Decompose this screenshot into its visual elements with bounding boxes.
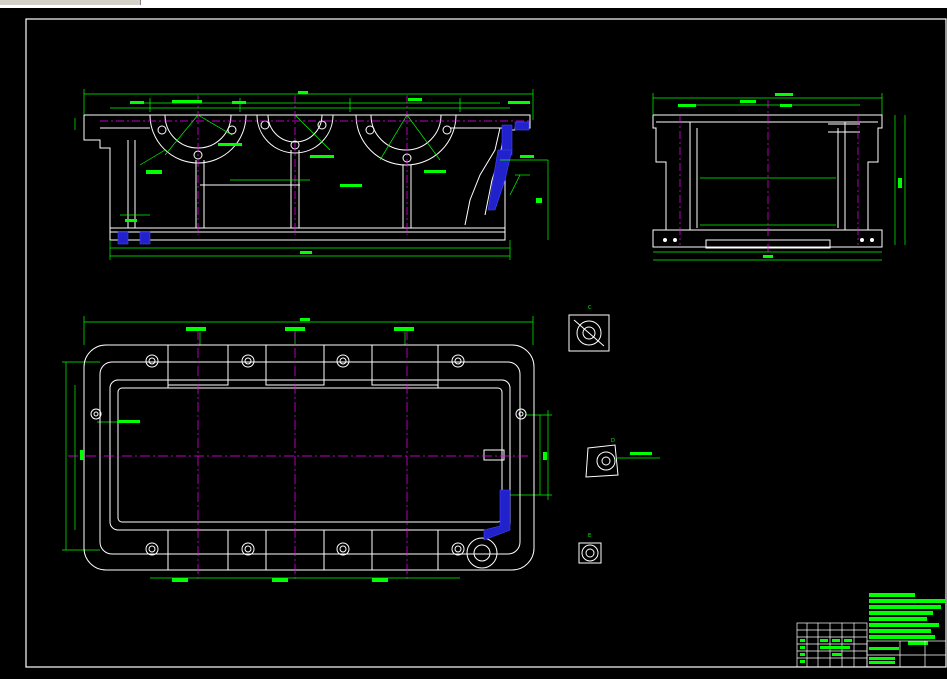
drawing-canvas[interactable]: C D E bbox=[0, 8, 947, 679]
plan-centerlines bbox=[68, 330, 530, 580]
drawing-svg: C D E bbox=[25, 18, 947, 668]
front-body-outline bbox=[83, 114, 531, 241]
front-centerlines bbox=[100, 95, 530, 235]
detail-d-label: D bbox=[611, 438, 615, 444]
detail-c-outline bbox=[568, 314, 610, 352]
detail-c[interactable]: C bbox=[568, 305, 610, 352]
plan-bolt-holes bbox=[90, 354, 527, 569]
plan-section-hatch bbox=[483, 489, 511, 541]
detail-d[interactable]: D bbox=[585, 438, 660, 478]
detail-d-note bbox=[630, 452, 652, 455]
front-bearing-bores bbox=[149, 114, 457, 166]
detail-e-label: E bbox=[588, 533, 591, 539]
detail-e[interactable]: E bbox=[578, 533, 602, 564]
detail-e-outline bbox=[578, 542, 602, 564]
title-block[interactable] bbox=[796, 593, 947, 668]
plan-view[interactable] bbox=[62, 316, 552, 582]
plan-outline bbox=[83, 344, 535, 571]
cad-viewer-window: C D E bbox=[0, 0, 947, 679]
detail-c-label: C bbox=[588, 305, 592, 311]
side-view[interactable] bbox=[652, 93, 906, 261]
document-tab[interactable] bbox=[0, 0, 141, 5]
side-body-outline bbox=[652, 114, 883, 249]
plan-annotation-text bbox=[80, 318, 547, 582]
front-view[interactable] bbox=[74, 89, 549, 260]
front-leaders bbox=[139, 114, 549, 240]
side-centerlines bbox=[679, 100, 859, 255]
side-dimensions bbox=[652, 93, 906, 261]
detail-d-outline bbox=[585, 444, 619, 478]
title-block-bars bbox=[869, 593, 945, 664]
